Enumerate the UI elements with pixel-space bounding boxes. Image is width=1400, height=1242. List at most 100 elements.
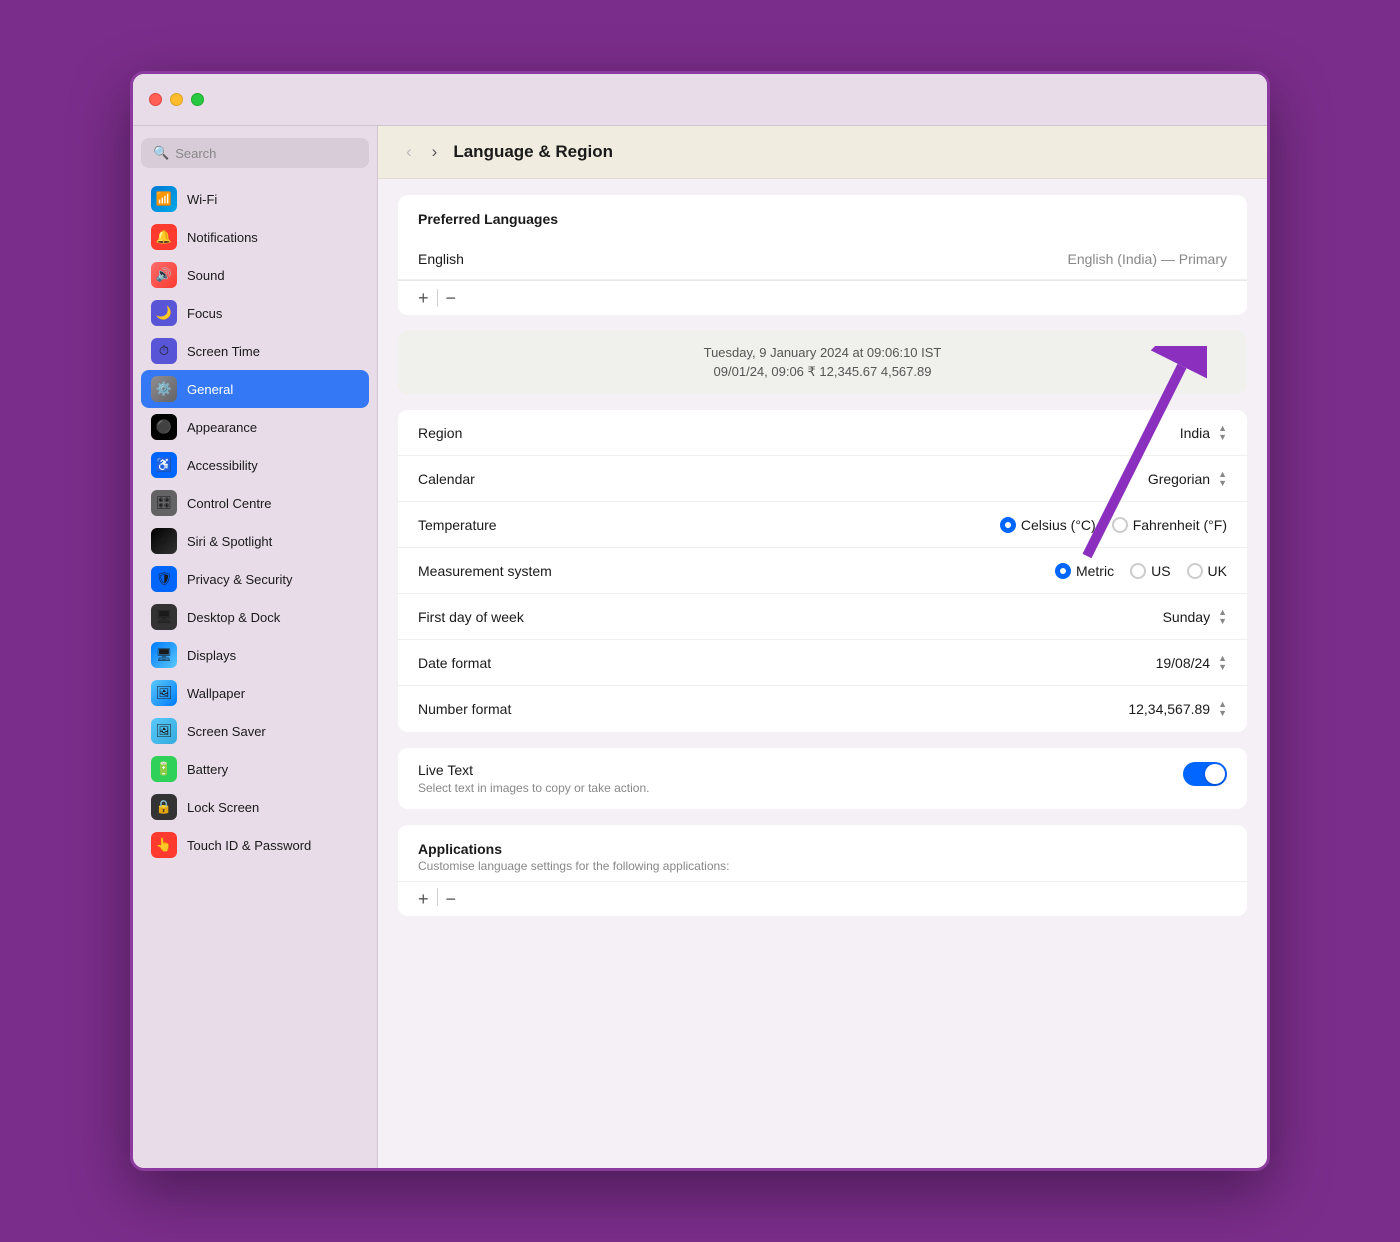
back-button[interactable]: ‹ (402, 140, 416, 164)
date-format-stepper: ▲▼ (1218, 654, 1227, 672)
sidebar-item-sound[interactable]: 🔊Sound (141, 256, 369, 294)
sidebar-item-label-desktop: Desktop & Dock (187, 610, 280, 625)
panel-header: ‹ › Language & Region (378, 126, 1267, 179)
date-preview-line1: Tuesday, 9 January 2024 at 09:06:10 IST (418, 345, 1227, 360)
search-icon: 🔍 (153, 145, 169, 161)
calendar-label: Calendar (418, 471, 1148, 487)
panel-body: Preferred Languages English English (Ind… (378, 179, 1267, 1168)
sidebar-item-focus[interactable]: 🌙 Focus (141, 294, 369, 332)
add-remove-bar: + − (398, 280, 1247, 315)
applications-title: Applications (418, 841, 1227, 857)
sidebar-item-label-lockscreen: Lock Screen (187, 800, 259, 815)
language-label: English (418, 251, 538, 267)
calendar-row: Calendar Gregorian ▲▼ (398, 456, 1247, 502)
uk-option[interactable]: UK (1187, 563, 1227, 579)
us-option[interactable]: US (1130, 563, 1170, 579)
temperature-label: Temperature (418, 517, 1000, 533)
sidebar-item-label-focus: Focus (187, 306, 222, 321)
sidebar-item-wallpaper[interactable]: 🖼 Wallpaper (141, 674, 369, 712)
remove-language-button[interactable]: − (438, 287, 465, 309)
date-preview: Tuesday, 9 January 2024 at 09:06:10 IST … (398, 331, 1247, 394)
applications-header: Applications Customise language settings… (398, 825, 1247, 881)
touchid-icon: 👆 (151, 832, 177, 858)
first-day-value[interactable]: Sunday ▲▼ (1163, 608, 1227, 626)
measurement-label: Measurement system (418, 563, 1055, 579)
celsius-radio[interactable] (1000, 517, 1016, 533)
fahrenheit-label: Fahrenheit (°F) (1133, 517, 1227, 533)
sidebar: 🔍 Search 📶 Wi-Fi 🔔 Notifications 🔊Sound 🌙 Focu… (133, 126, 378, 1168)
sidebar-item-touchid[interactable]: 👆Touch ID & Password (141, 826, 369, 864)
region-stepper: ▲▼ (1218, 424, 1227, 442)
calendar-value[interactable]: Gregorian ▲▼ (1148, 470, 1227, 488)
sound-icon: 🔊 (151, 262, 177, 288)
preferred-languages-title: Preferred Languages (398, 195, 1247, 239)
region-row: Region India ▲▼ (398, 410, 1247, 456)
sidebar-item-label-displays: Displays (187, 648, 236, 663)
add-application-button[interactable]: + (410, 888, 437, 910)
sidebar-item-label-wifi: Wi-Fi (187, 192, 217, 207)
sidebar-item-desktop[interactable]: 🖥Desktop & Dock (141, 598, 369, 636)
sidebar-item-screensaver[interactable]: 🖼Screen Saver (141, 712, 369, 750)
privacy-icon: 🛡 (151, 566, 177, 592)
live-text-toggle[interactable] (1183, 762, 1227, 786)
wallpaper-icon: 🖼 (151, 680, 177, 706)
sidebar-item-lockscreen[interactable]: 🔒Lock Screen (141, 788, 369, 826)
wifi-icon: 📶 (151, 186, 177, 212)
measurement-row: Measurement system Metric US (398, 548, 1247, 594)
date-format-value[interactable]: 19/08/24 ▲▼ (1156, 654, 1227, 672)
us-radio[interactable] (1130, 563, 1146, 579)
sidebar-item-label-siri: Siri & Spotlight (187, 534, 272, 549)
search-box[interactable]: 🔍 Search (141, 138, 369, 168)
preferred-languages-section: Preferred Languages English English (Ind… (398, 195, 1247, 315)
language-row: English English (India) — Primary (398, 239, 1247, 280)
sidebar-item-notifications[interactable]: 🔔 Notifications (141, 218, 369, 256)
maximize-button[interactable] (191, 93, 204, 106)
sidebar-item-screentime[interactable]: ⏱Screen Time (141, 332, 369, 370)
metric-radio[interactable] (1055, 563, 1071, 579)
minimize-button[interactable] (170, 93, 183, 106)
sidebar-item-label-privacy: Privacy & Security (187, 572, 292, 587)
titlebar (133, 74, 1267, 126)
forward-button[interactable]: › (428, 140, 442, 164)
live-text-info: Live Text Select text in images to copy … (418, 762, 1183, 795)
fahrenheit-option[interactable]: Fahrenheit (°F) (1112, 517, 1227, 533)
sidebar-item-label-notifications: Notifications (187, 230, 258, 245)
number-format-stepper: ▲▼ (1218, 700, 1227, 718)
sidebar-item-label-general: General (187, 382, 233, 397)
add-language-button[interactable]: + (410, 287, 437, 309)
uk-radio[interactable] (1187, 563, 1203, 579)
sidebar-item-label-appearance: Appearance (187, 420, 257, 435)
temperature-row: Temperature Celsius (°C) Fahrenheit (°F) (398, 502, 1247, 548)
number-format-value[interactable]: 12,34,567.89 ▲▼ (1128, 700, 1227, 718)
date-format-label: Date format (418, 655, 1156, 671)
region-value[interactable]: India ▲▼ (1180, 424, 1227, 442)
close-button[interactable] (149, 93, 162, 106)
focus-icon: 🌙 (151, 300, 177, 326)
siri-icon: ✦ (151, 528, 177, 554)
live-text-title: Live Text (418, 762, 1183, 778)
sidebar-item-appearance[interactable]: ⚫Appearance (141, 408, 369, 446)
sidebar-item-battery[interactable]: 🔋Battery (141, 750, 369, 788)
remove-application-button[interactable]: − (438, 888, 465, 910)
sidebar-item-displays[interactable]: 🖥Displays (141, 636, 369, 674)
sidebar-item-label-wallpaper: Wallpaper (187, 686, 245, 701)
sidebar-item-control[interactable]: 🎛Control Centre (141, 484, 369, 522)
celsius-label: Celsius (°C) (1021, 517, 1096, 533)
celsius-option[interactable]: Celsius (°C) (1000, 517, 1096, 533)
first-day-row: First day of week Sunday ▲▼ (398, 594, 1247, 640)
sidebar-items: 📶 Wi-Fi 🔔 Notifications 🔊Sound 🌙 Focus ⏱Screen … (141, 180, 369, 864)
toggle-knob (1205, 764, 1225, 784)
sidebar-item-wifi[interactable]: 📶 Wi-Fi (141, 180, 369, 218)
notif-icon: 🔔 (151, 224, 177, 250)
general-icon: ⚙️ (151, 376, 177, 402)
date-format-row: Date format 19/08/24 ▲▼ (398, 640, 1247, 686)
sidebar-item-siri[interactable]: ✦ Siri & Spotlight (141, 522, 369, 560)
applications-add-bar: + − (398, 881, 1247, 916)
sidebar-item-general[interactable]: ⚙️ General (141, 370, 369, 408)
sidebar-item-privacy[interactable]: 🛡 Privacy & Security (141, 560, 369, 598)
uk-label: UK (1208, 563, 1227, 579)
sidebar-item-accessibility[interactable]: ♿Accessibility (141, 446, 369, 484)
fahrenheit-radio[interactable] (1112, 517, 1128, 533)
main-content: 🔍 Search 📶 Wi-Fi 🔔 Notifications 🔊Sound 🌙 Focu… (133, 126, 1267, 1168)
metric-option[interactable]: Metric (1055, 563, 1114, 579)
